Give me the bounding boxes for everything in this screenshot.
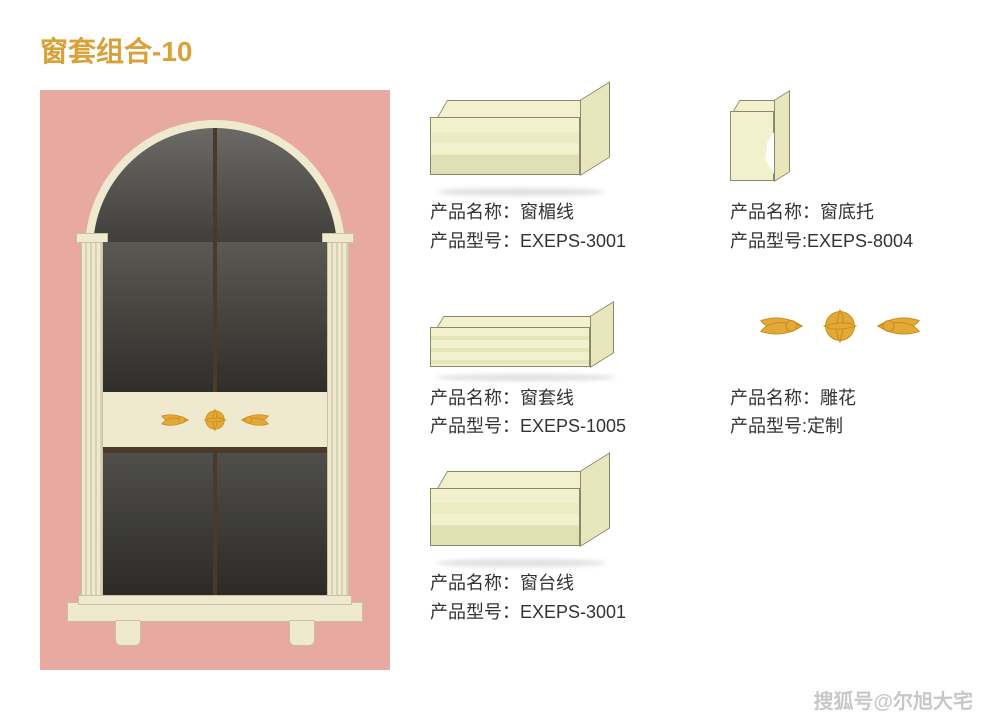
preview-panel [40, 90, 390, 670]
model-value: 定制 [807, 416, 843, 436]
lintel-molding-icon [430, 100, 610, 190]
product-lintel: 产品名称：窗楣线 产品型号：EXEPS-3001 [430, 90, 690, 256]
product-carving: 产品名称：雕花 产品型号:定制 [730, 276, 950, 442]
window-body [103, 242, 327, 602]
corbel-icon [730, 100, 790, 190]
model-value: EXEPS-3001 [520, 602, 626, 622]
corbel-left [115, 620, 141, 646]
name-value: 窗底托 [820, 202, 874, 222]
name-label: 产品名称： [430, 202, 520, 222]
product-sill: 产品名称：窗台线 产品型号：EXEPS-3001 [430, 461, 690, 627]
pilaster-left [81, 242, 103, 602]
watermark: 搜狐号@尔旭大宅 [813, 685, 973, 714]
casing-trim-icon [430, 316, 620, 376]
decor-carving-band [103, 392, 327, 447]
window-assembly [85, 120, 345, 640]
model-label: 产品型号： [430, 416, 520, 436]
name-value: 窗楣线 [520, 202, 574, 222]
model-label: 产品型号: [730, 231, 807, 251]
window-sill [67, 602, 363, 622]
name-label: 产品名称： [730, 388, 820, 408]
product-catalog: 产品名称：窗楣线 产品型号：EXEPS-3001 产品名称：窗底托 产品型号:E… [430, 90, 970, 647]
carving-ornament-icon [750, 299, 930, 353]
product-corbel: 产品名称：窗底托 产品型号:EXEPS-8004 [730, 90, 950, 256]
model-value: EXEPS-8004 [807, 231, 913, 251]
pilaster-right [327, 242, 349, 602]
model-value: EXEPS-3001 [520, 231, 626, 251]
sill-molding-icon [430, 471, 610, 561]
model-label: 产品型号： [430, 602, 520, 622]
name-value: 雕花 [820, 388, 856, 408]
model-value: EXEPS-1005 [520, 416, 626, 436]
name-value: 窗台线 [520, 573, 574, 593]
model-label: 产品型号： [430, 231, 520, 251]
page-title: 窗套组合-10 [40, 30, 192, 70]
product-casing: 产品名称：窗套线 产品型号：EXEPS-1005 [430, 276, 690, 442]
name-label: 产品名称： [430, 388, 520, 408]
carving-icon [145, 400, 285, 440]
model-label: 产品型号: [730, 416, 807, 436]
name-label: 产品名称： [430, 573, 520, 593]
name-value: 窗套线 [520, 388, 574, 408]
window-arch [85, 120, 345, 250]
corbel-right [289, 620, 315, 646]
name-label: 产品名称： [730, 202, 820, 222]
